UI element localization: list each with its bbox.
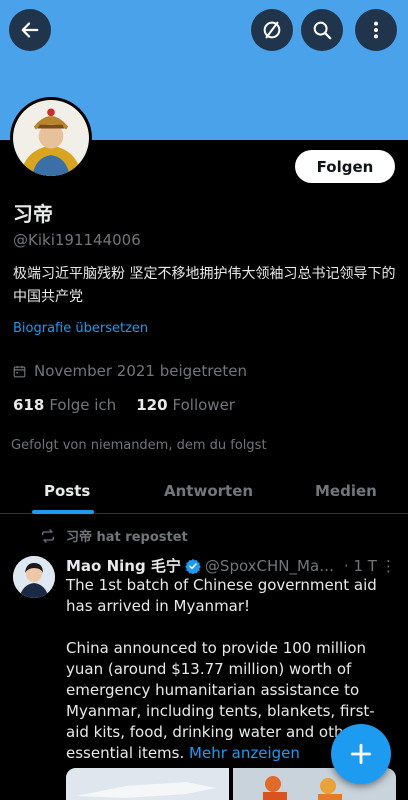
repost-icon — [42, 528, 54, 543]
tab-posts[interactable]: Posts — [44, 482, 90, 500]
search-icon — [313, 21, 332, 40]
tweet-more-icon[interactable]: ⋮ — [381, 557, 396, 575]
following-stat[interactable]: 618 Folge ich — [13, 396, 116, 414]
following-count: 618 — [13, 396, 45, 414]
joined-date: November 2021 beigetreten — [13, 362, 247, 380]
repost-indicator: 习帝 hat repostet — [40, 526, 188, 545]
more-vertical-icon — [373, 21, 379, 39]
joined-text: November 2021 beigetreten — [34, 362, 247, 380]
show-more-link[interactable]: Mehr anzeigen — [189, 744, 300, 762]
followers-label: Follower — [172, 396, 235, 414]
tweet-media-image-1[interactable] — [66, 768, 229, 800]
active-tab-indicator — [32, 510, 94, 514]
profile-name: 习帝 — [13, 202, 53, 226]
followers-count: 120 — [136, 396, 168, 414]
following-label: Folge ich — [49, 396, 117, 414]
compose-post-button[interactable] — [331, 724, 391, 784]
arrow-left-icon — [21, 22, 39, 38]
tweet-author-name[interactable]: Mao Ning 毛宁 — [66, 555, 181, 576]
tweet-time: · 1 T — [343, 556, 377, 575]
slash-circle-icon — [263, 21, 281, 39]
tweet-paragraph-1: The 1st batch of Chinese government aid … — [66, 576, 377, 615]
back-button[interactable] — [9, 9, 51, 51]
follow-button[interactable]: Folgen — [295, 150, 395, 183]
followed-by-text: Gefolgt von niemandem, dem du folgst — [11, 438, 267, 453]
follow-stats: 618 Folge ich 120 Follower — [13, 396, 249, 414]
tweet-author-avatar[interactable] — [13, 556, 55, 598]
tweet-author-handle[interactable]: @SpoxCHN_Mao... — [205, 557, 340, 575]
profile-bio: 极端习近平脑残粉 坚定不移地拥护伟大领袖习总书记领导下的中国共产党 — [13, 266, 396, 305]
profile-handle: @Kiki191144006 — [13, 231, 141, 249]
tweet-header: Mao Ning 毛宁 @SpoxCHN_Mao... · 1 T ⋮ — [66, 555, 402, 576]
search-button[interactable] — [301, 9, 343, 51]
grok-button[interactable] — [251, 9, 293, 51]
tab-antworten[interactable]: Antworten — [164, 482, 253, 500]
profile-tabs: Posts Antworten Medien — [0, 470, 408, 514]
tab-medien[interactable]: Medien — [315, 482, 377, 500]
profile-avatar[interactable] — [10, 97, 92, 179]
calendar-icon — [13, 365, 26, 377]
translate-bio-link[interactable]: Biografie übersetzen — [13, 321, 148, 336]
plus-icon — [350, 743, 372, 765]
repost-text: 习帝 hat repostet — [66, 530, 188, 545]
verified-badge-icon — [185, 558, 201, 574]
more-button[interactable] — [355, 9, 397, 51]
followers-stat[interactable]: 120 Follower — [136, 396, 235, 414]
